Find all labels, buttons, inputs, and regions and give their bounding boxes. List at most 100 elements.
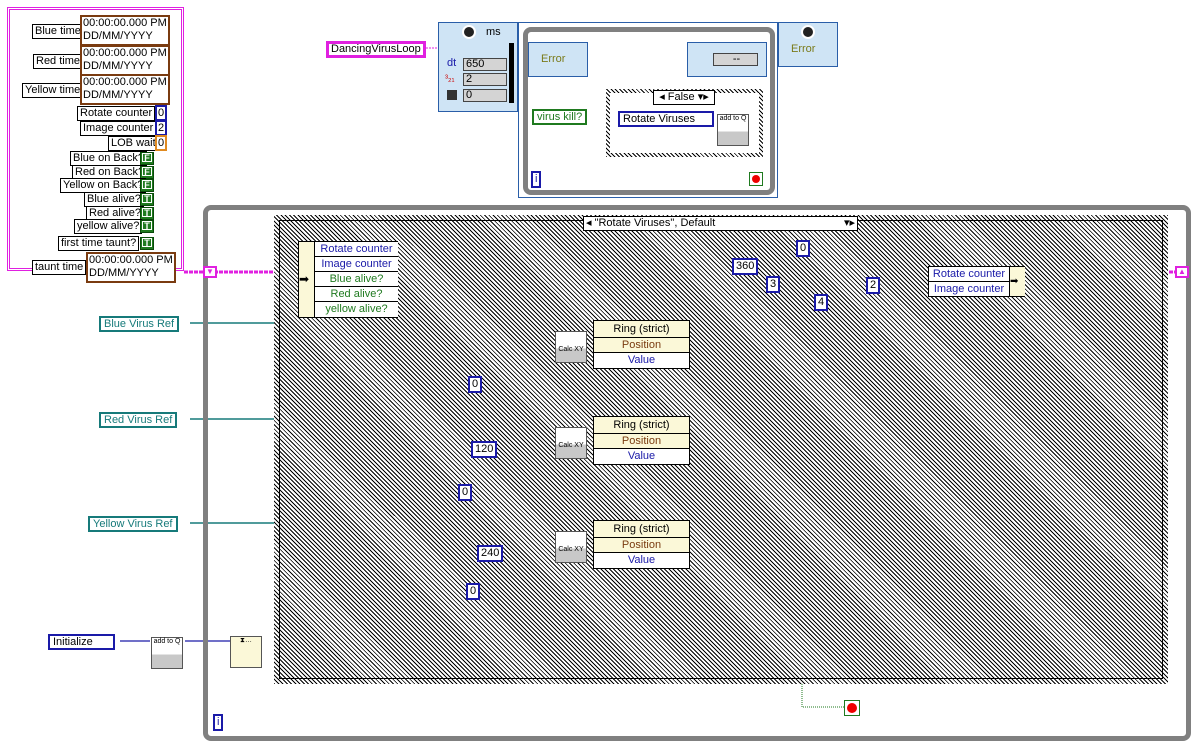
first-time-taunt-bool[interactable]: T	[140, 237, 154, 250]
image-counter-value[interactable]: 2	[155, 120, 167, 136]
timed-loop-input-node[interactable]: ms dt 650 ³₂₁ 2 0	[438, 22, 518, 112]
bundle-rotate-counter: Rotate counter	[929, 267, 1009, 282]
date-value: DD/MM/YYYY	[83, 30, 153, 42]
unit-label: ms	[486, 26, 501, 38]
yellow-alive-label: yellow alive?	[74, 219, 143, 234]
position-property: Position	[594, 538, 689, 553]
dt-label: dt	[447, 57, 457, 69]
value-property: Value	[594, 553, 689, 568]
unbundle-blue-alive: Blue alive?	[315, 272, 398, 287]
lob-wait-value[interactable]: 0	[155, 135, 167, 151]
add-to-queue-subvi-init[interactable]: add to Q	[151, 637, 183, 669]
yellow-on-back-label: Yellow on Back?	[60, 178, 147, 193]
processor-icon	[447, 90, 457, 100]
value-property: Value	[594, 449, 689, 464]
time-value: 00:00:00.000 PM	[83, 76, 167, 88]
timed-loop-output-node[interactable]: Error	[778, 22, 838, 67]
priority-field[interactable]: 2	[463, 73, 507, 86]
blue-time-display[interactable]: 00:00:00.000 PM DD/MM/YYYY	[80, 15, 170, 46]
red-time-display[interactable]: 00:00:00.000 PM DD/MM/YYYY	[80, 45, 170, 76]
ring-property-node-blue[interactable]: Ring (strict) Position Value	[593, 320, 690, 369]
position-property: Position	[594, 338, 689, 353]
clock-icon	[462, 25, 476, 39]
const-0-red[interactable]: 0	[458, 484, 473, 501]
calc-xy-subvi-yellow[interactable]: Calc XY	[555, 531, 587, 563]
ring-title: Ring (strict)	[594, 521, 689, 538]
bundle-by-name[interactable]: Rotate counter Image counter ➡	[928, 266, 1025, 297]
case-selector[interactable]: ◂ "Rotate Viruses", Default ▾▸	[583, 216, 858, 231]
lob-wait-label: LOB wait	[108, 136, 159, 151]
timed-loop-name[interactable]: DancingVirusLoop	[326, 41, 426, 58]
unbundle-rotate-counter: Rotate counter	[315, 242, 398, 257]
const-0[interactable]: 0	[796, 240, 811, 257]
blue-on-back-bool[interactable]: F	[140, 152, 154, 165]
virus-kill-control[interactable]: virus kill?	[532, 109, 588, 125]
outer-stop-icon[interactable]	[844, 700, 860, 716]
clock-icon	[801, 25, 815, 39]
initialize-enum[interactable]: Initialize	[48, 634, 115, 650]
rotate-counter-value[interactable]: 0	[155, 105, 167, 121]
add-to-queue-subvi[interactable]: add to Q	[717, 114, 749, 146]
const-120[interactable]: 120	[471, 441, 498, 458]
unbundle-yellow-alive: yellow alive?	[325, 303, 388, 315]
ring-title: Ring (strict)	[594, 321, 689, 338]
inner-case-selector[interactable]: ◂ False ▾▸	[653, 90, 715, 105]
yellow-on-back-bool[interactable]: F	[140, 179, 154, 192]
const-0-yellow[interactable]: 0	[466, 583, 481, 600]
shift-register-right: ▲	[1175, 266, 1189, 278]
processor-field[interactable]: 0	[463, 89, 507, 102]
time-value: 00:00:00.000 PM	[89, 254, 173, 266]
inner-iteration-terminal: i	[531, 171, 542, 188]
dt-field[interactable]: 650	[463, 58, 507, 71]
blue-virus-ref[interactable]: Blue Virus Ref	[99, 316, 180, 332]
const-0-blue[interactable]: 0	[468, 376, 483, 393]
taunt-time-display[interactable]: 00:00:00.000 PM DD/MM/YYYY	[86, 252, 176, 283]
blue-alive-bool[interactable]: T	[140, 193, 154, 206]
taunt-time-label: taunt time	[32, 260, 87, 275]
const-240[interactable]: 240	[477, 545, 504, 562]
ring-title: Ring (strict)	[594, 417, 689, 434]
const-3[interactable]: 3	[766, 276, 781, 293]
error-in-label: Error	[541, 53, 566, 65]
error-in-node[interactable]: Error	[528, 42, 588, 77]
first-time-taunt-label: first time taunt?	[58, 236, 140, 251]
status-field: --	[713, 53, 758, 66]
unbundle-image-counter: Image counter	[315, 257, 398, 272]
position-property: Position	[594, 434, 689, 449]
error-out-label: Error	[791, 43, 816, 55]
stop-icon[interactable]	[749, 172, 763, 186]
image-counter-label: Image counter	[80, 121, 157, 136]
unbundle-red-alive: Red alive?	[315, 287, 398, 302]
yellow-time-label: Yellow time	[22, 83, 84, 98]
ring-property-node-yellow[interactable]: Ring (strict) Position Value	[593, 520, 690, 569]
value-property: Value	[594, 353, 689, 368]
blue-alive-label: Blue alive?	[84, 192, 144, 207]
date-value: DD/MM/YYYY	[89, 267, 159, 279]
yellow-virus-ref[interactable]: Yellow Virus Ref	[88, 516, 178, 532]
rotate-counter-label: Rotate counter	[77, 106, 156, 121]
date-value: DD/MM/YYYY	[83, 89, 153, 101]
date-value: DD/MM/YYYY	[83, 60, 153, 72]
outer-iteration-terminal: i	[213, 714, 224, 731]
calc-xy-subvi-red[interactable]: Calc XY	[555, 427, 587, 459]
yellow-time-display[interactable]: 00:00:00.000 PM DD/MM/YYYY	[80, 74, 170, 105]
const-360[interactable]: 360	[732, 258, 759, 275]
case-structure	[274, 215, 1168, 684]
loop-edge	[509, 43, 514, 103]
blue-on-back-label: Blue on Back?	[70, 151, 147, 166]
const-4[interactable]: 4	[814, 294, 829, 311]
red-virus-ref[interactable]: Red Virus Ref	[99, 412, 178, 428]
shift-register-left: ▼	[203, 266, 217, 278]
ring-property-node-red[interactable]: Ring (strict) Position Value	[593, 416, 690, 465]
calc-xy-subvi-blue[interactable]: Calc XY	[555, 331, 587, 363]
red-time-label: Red time	[33, 54, 84, 69]
status-node[interactable]: --	[687, 42, 767, 77]
rotate-viruses-enum[interactable]: Rotate Viruses	[618, 111, 714, 127]
time-value: 00:00:00.000 PM	[83, 47, 167, 59]
dequeue-subvi[interactable]: ⧗…	[230, 636, 262, 668]
const-2[interactable]: 2	[866, 277, 881, 294]
yellow-alive-bool[interactable]: T	[140, 220, 154, 233]
time-value: 00:00:00.000 PM	[83, 17, 167, 29]
unbundle-by-name[interactable]: ➡ Rotate counter Image counter Blue aliv…	[298, 241, 398, 318]
priority-icon: ³₂₁	[445, 73, 455, 83]
